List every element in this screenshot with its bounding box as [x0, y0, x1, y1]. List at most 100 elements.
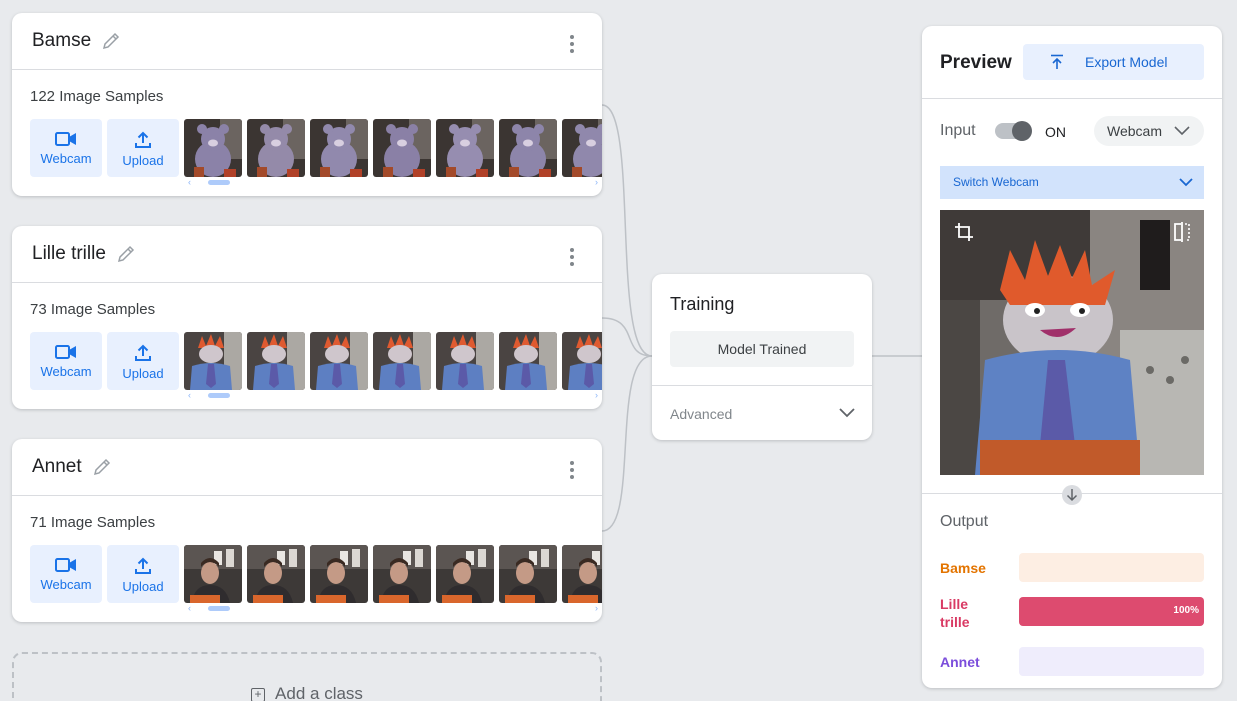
sample-thumbnail[interactable]	[499, 119, 557, 177]
scrollbar-thumb[interactable]	[208, 606, 230, 611]
webcam-button-label: Webcam	[40, 364, 92, 379]
class-name[interactable]: Annet	[32, 456, 82, 478]
sample-thumbnail[interactable]	[184, 332, 242, 390]
arrow-down-icon	[1062, 485, 1082, 505]
divider	[652, 385, 872, 386]
upload-button[interactable]: Upload	[107, 332, 179, 390]
scroll-left-icon[interactable]: ‹	[188, 390, 191, 400]
sample-thumbnail[interactable]	[436, 332, 494, 390]
webcam-button[interactable]: Webcam	[30, 545, 102, 603]
more-vert-icon[interactable]	[564, 246, 580, 266]
sample-thumbnail[interactable]	[247, 545, 305, 603]
output-label: Output	[940, 513, 989, 530]
sample-thumbnail[interactable]	[436, 545, 494, 603]
scroll-right-icon[interactable]: ›	[595, 603, 598, 613]
sample-thumbnail[interactable]	[247, 332, 305, 390]
chevron-down-icon	[1179, 178, 1193, 187]
class-card-header: Annet	[12, 439, 602, 496]
scroll-left-icon[interactable]: ‹	[188, 177, 191, 187]
add-class-button[interactable]: + Add a class	[12, 652, 602, 701]
switch-webcam-select[interactable]: Switch Webcam	[940, 166, 1204, 199]
confidence-bar	[1019, 553, 1204, 582]
upload-icon	[135, 344, 151, 361]
export-model-label: Export Model	[1085, 54, 1168, 70]
output-class-label: Annet	[940, 654, 980, 670]
advanced-toggle-label[interactable]: Advanced	[670, 406, 732, 422]
sample-thumbnail[interactable]	[247, 119, 305, 177]
webcam-image	[940, 210, 1204, 475]
sample-thumbnail[interactable]	[499, 545, 557, 603]
sample-count: 71 Image Samples	[30, 514, 156, 531]
sample-thumbnail[interactable]	[562, 332, 602, 390]
webcam-button[interactable]: Webcam	[30, 332, 102, 390]
export-model-button[interactable]: Export Model	[1023, 44, 1204, 80]
sample-thumbnail[interactable]	[184, 545, 242, 603]
train-model-button[interactable]: Model Trained	[670, 331, 854, 367]
sample-thumbnail[interactable]	[499, 332, 557, 390]
chevron-down-icon[interactable]	[838, 404, 856, 422]
upload-icon	[135, 131, 151, 148]
class-card-header: Bamse	[12, 13, 602, 70]
sample-thumbnail[interactable]	[562, 119, 602, 177]
plus-box-icon: +	[251, 688, 266, 701]
webcam-button[interactable]: Webcam	[30, 119, 102, 177]
edit-pencil-icon[interactable]	[92, 457, 112, 477]
toggle-knob	[1012, 121, 1032, 141]
sample-count: 122 Image Samples	[30, 88, 164, 105]
scroll-right-icon[interactable]: ›	[595, 390, 598, 400]
sample-thumbnails[interactable]	[184, 119, 602, 177]
input-toggle[interactable]	[995, 121, 1032, 141]
sample-thumbnail[interactable]	[310, 545, 368, 603]
scrollbar-thumb[interactable]	[208, 180, 230, 185]
sample-thumbnails[interactable]	[184, 545, 602, 603]
confidence-percent: 100%	[1173, 605, 1199, 616]
thumbnail-scrollbar[interactable]: ‹ ›	[188, 390, 598, 400]
webcam-button-label: Webcam	[40, 577, 92, 592]
input-source-select[interactable]: Webcam	[1094, 116, 1204, 146]
thumbnail-scrollbar[interactable]: ‹ ›	[188, 603, 598, 613]
sample-thumbnail[interactable]	[184, 119, 242, 177]
upload-button[interactable]: Upload	[107, 545, 179, 603]
sample-thumbnail[interactable]	[436, 119, 494, 177]
sample-thumbnail[interactable]	[373, 332, 431, 390]
sample-thumbnail[interactable]	[310, 332, 368, 390]
input-source-value: Webcam	[1107, 123, 1162, 139]
divider	[922, 98, 1222, 99]
flip-icon[interactable]	[1172, 222, 1192, 242]
class-card-header: Lille trille	[12, 226, 602, 283]
more-vert-icon[interactable]	[564, 459, 580, 479]
upload-button-label: Upload	[122, 153, 164, 168]
scroll-left-icon[interactable]: ‹	[188, 603, 191, 613]
add-class-label: Add a class	[275, 684, 363, 701]
class-card: Annet 71 Image Samples Webcam Upload ‹ ›	[12, 439, 602, 622]
preview-title: Preview	[940, 52, 1012, 73]
class-name[interactable]: Lille trille	[32, 243, 106, 265]
output-class-label: Lille trille	[940, 596, 970, 630]
more-vert-icon[interactable]	[564, 33, 580, 53]
sample-thumbnail[interactable]	[373, 119, 431, 177]
videocam-icon	[55, 558, 76, 572]
edit-pencil-icon[interactable]	[116, 244, 136, 264]
webcam-preview	[940, 210, 1204, 475]
sample-thumbnail[interactable]	[310, 119, 368, 177]
switch-webcam-label: Switch Webcam	[953, 175, 1039, 189]
scroll-right-icon[interactable]: ›	[595, 177, 598, 187]
sample-thumbnail[interactable]	[373, 545, 431, 603]
videocam-icon	[55, 132, 76, 146]
sample-thumbnail[interactable]	[562, 545, 602, 603]
upload-button[interactable]: Upload	[107, 119, 179, 177]
videocam-icon	[55, 345, 76, 359]
sample-thumbnails[interactable]	[184, 332, 602, 390]
edit-pencil-icon[interactable]	[101, 31, 121, 51]
preview-panel: Preview Export Model Input ON Webcam Swi…	[922, 26, 1222, 688]
scrollbar-thumb[interactable]	[208, 393, 230, 398]
crop-icon[interactable]	[954, 222, 974, 242]
class-card: Lille trille 73 Image Samples Webcam Upload…	[12, 226, 602, 409]
upload-icon	[135, 557, 151, 574]
toggle-state-label: ON	[1045, 124, 1066, 140]
thumbnail-scrollbar[interactable]: ‹ ›	[188, 177, 598, 187]
class-name[interactable]: Bamse	[32, 30, 91, 52]
training-panel: Training Model Trained Advanced	[652, 274, 872, 440]
output-class-label: Bamse	[940, 560, 986, 576]
class-card: Bamse 122 Image Samples Webcam Upload ‹ ›	[12, 13, 602, 196]
